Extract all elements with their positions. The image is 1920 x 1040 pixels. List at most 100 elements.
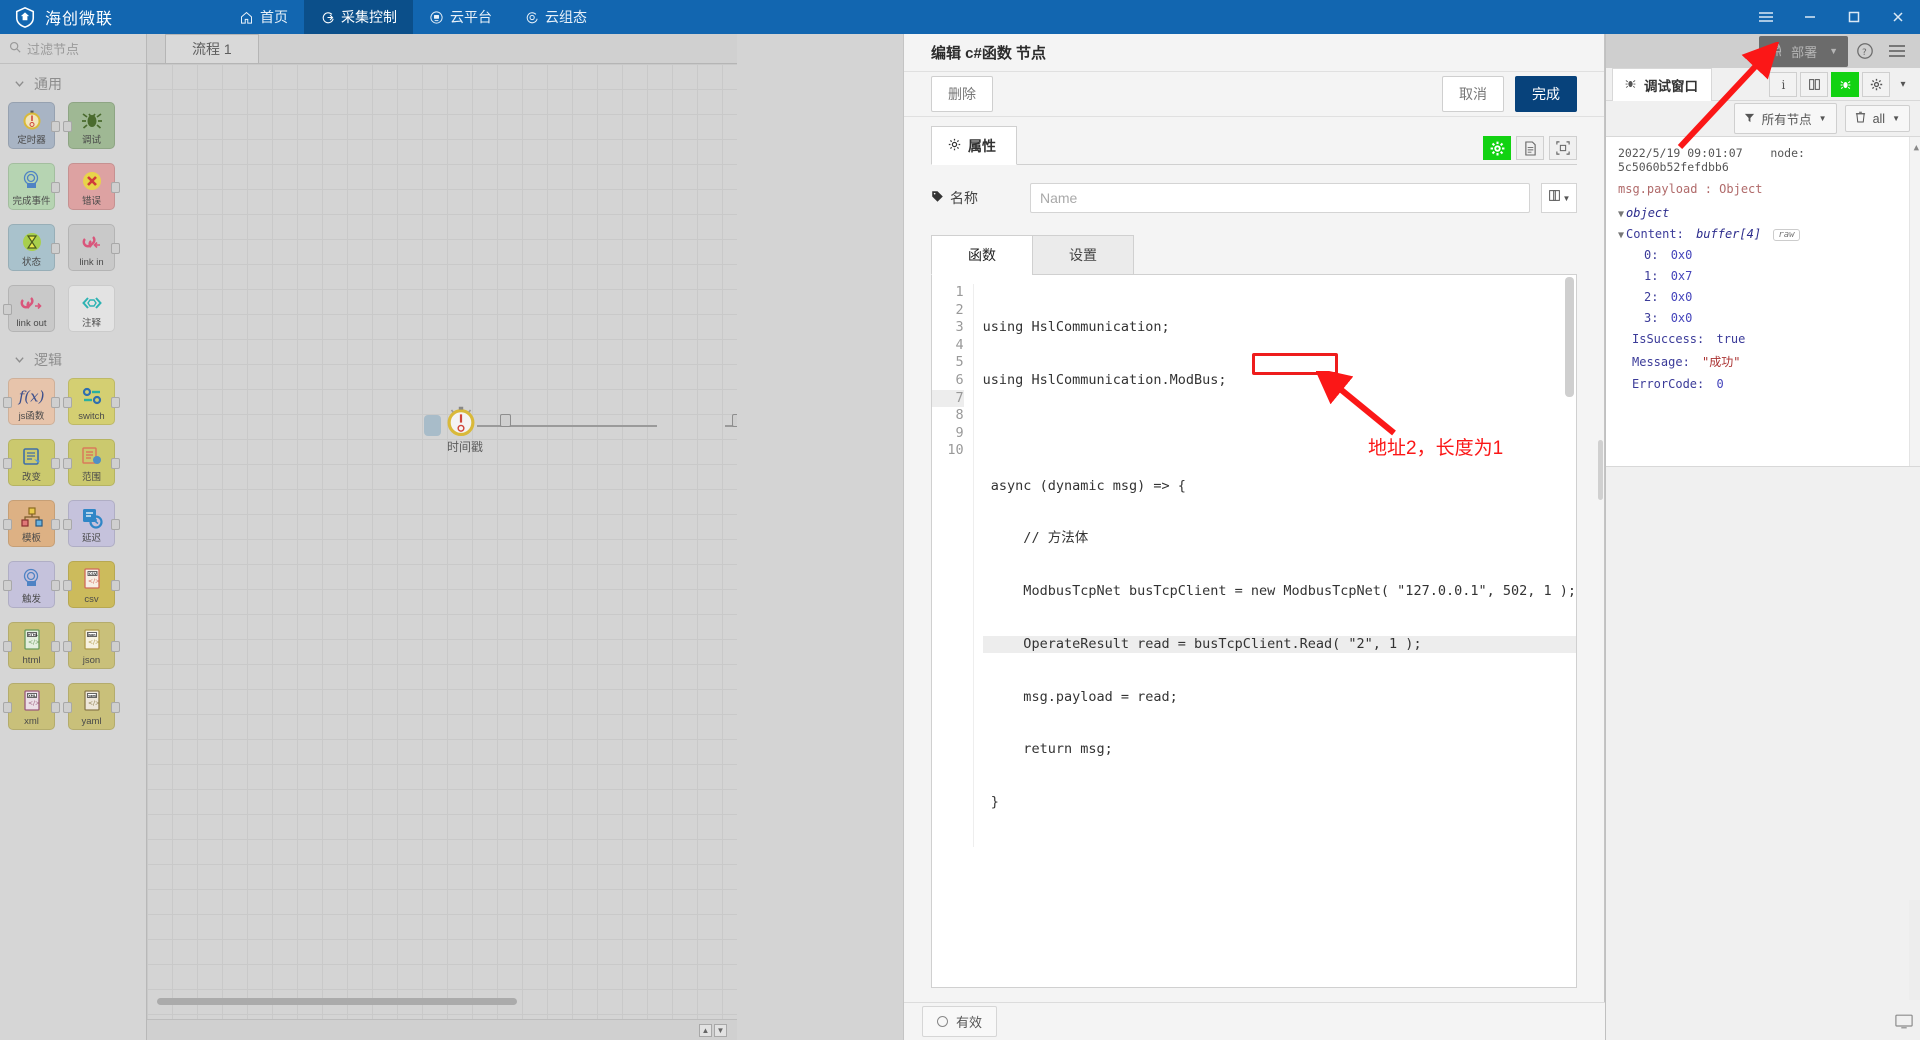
output-port[interactable] (111, 243, 120, 254)
input-port[interactable] (3, 519, 12, 530)
flow-node-timestamp[interactable]: 时间戳 (442, 402, 511, 454)
debug-output-list[interactable]: ▲ 2022/5/19 09:01:07 node: 5c5060b52fefd… (1606, 137, 1920, 467)
canvas-scroll-down-button[interactable]: ▼ (714, 1023, 727, 1037)
delete-button[interactable]: 删除 (931, 76, 993, 112)
palette-node-change[interactable]: 改变 (3, 439, 60, 486)
node-validity-status[interactable]: 有效 (922, 1006, 998, 1037)
input-port[interactable] (63, 397, 72, 408)
palette-node-link-out[interactable]: link out (3, 285, 55, 332)
screen-icon[interactable] (1895, 1014, 1913, 1034)
menu-icon[interactable] (1744, 0, 1788, 34)
filter-nodes-input[interactable]: 过滤节点 (0, 34, 146, 64)
palette-node-csv[interactable]: CSV </> csv (63, 561, 120, 608)
input-port[interactable] (63, 519, 72, 530)
output-port[interactable] (51, 243, 60, 254)
palette-node-comment[interactable]: 注释 (68, 285, 115, 332)
input-port[interactable] (63, 702, 72, 713)
output-port[interactable] (51, 580, 60, 591)
minimize-icon[interactable] (1788, 0, 1832, 34)
sidebar-edge-strip[interactable] (1909, 900, 1920, 1000)
scroll-up-icon[interactable]: ▲ (1914, 143, 1919, 153)
input-port[interactable] (3, 397, 12, 408)
cancel-button[interactable]: 取消 (1442, 76, 1504, 112)
palette-node-link-in[interactable]: link in (68, 224, 120, 271)
canvas-scroll-up-button[interactable]: ▲ (699, 1023, 712, 1037)
panel-resize-handle[interactable] (1598, 440, 1603, 500)
input-port[interactable] (3, 641, 12, 652)
input-port[interactable] (63, 641, 72, 652)
palette-node-template[interactable]: 模板 (3, 500, 60, 547)
palette-node-debug[interactable]: 调试 (63, 102, 115, 149)
bug-icon[interactable] (1831, 71, 1859, 97)
caret-down-icon[interactable]: ▾ (1893, 72, 1913, 97)
book-icon[interactable] (1800, 71, 1828, 97)
close-icon[interactable] (1876, 0, 1920, 34)
tab-settings[interactable]: 设置 (1032, 235, 1134, 275)
expand-icon[interactable] (1549, 136, 1577, 160)
nav-item-cloud-platform[interactable]: 云平台 (413, 0, 508, 34)
input-port[interactable] (63, 580, 72, 591)
nav-item-cloud-config[interactable]: 云组态 (508, 0, 603, 34)
palette-node-complete-event[interactable]: 完成事件 (8, 163, 60, 210)
output-port[interactable] (51, 182, 60, 193)
output-port[interactable] (51, 519, 60, 530)
palette-node-range[interactable]: 范围 (63, 439, 120, 486)
output-port[interactable] (51, 458, 60, 469)
palette-node-html[interactable]: HTML </> html (3, 622, 60, 669)
palette-group-general-header[interactable]: 通用 (0, 70, 146, 98)
output-port[interactable] (51, 702, 60, 713)
palette-node-json[interactable]: json </> json (63, 622, 120, 669)
output-port[interactable] (111, 641, 120, 652)
debug-tree-content[interactable]: ▼ Content: buffer[4] raw (1618, 227, 1908, 241)
palette-node-timer[interactable]: 定时器 (8, 102, 60, 149)
output-port[interactable] (111, 182, 120, 193)
palette-node-status[interactable]: 状态 (8, 224, 60, 271)
palette-group-logic-header[interactable]: 逻辑 (0, 346, 146, 374)
nav-item-acquisition[interactable]: 采集控制 (304, 0, 414, 34)
tab-function[interactable]: 函数 (931, 235, 1033, 275)
output-port[interactable] (111, 702, 120, 713)
output-port[interactable] (111, 519, 120, 530)
code-lines[interactable]: using HslCommunication; using HslCommuni… (974, 284, 1576, 847)
input-port[interactable] (63, 458, 72, 469)
done-button[interactable]: 完成 (1515, 76, 1577, 112)
palette-node-error[interactable]: 错误 (68, 163, 120, 210)
help-icon[interactable]: ? (1850, 36, 1880, 66)
raw-chip[interactable]: raw (1773, 228, 1800, 241)
deploy-caret-icon[interactable]: ▼ (1829, 46, 1838, 56)
output-port[interactable] (51, 397, 60, 408)
input-port[interactable] (3, 580, 12, 591)
canvas-horizontal-scrollbar[interactable] (157, 998, 517, 1005)
nav-item-home[interactable]: 首页 (223, 0, 304, 34)
input-port[interactable] (732, 414, 737, 427)
maximize-icon[interactable] (1832, 0, 1876, 34)
output-port[interactable] (111, 580, 120, 591)
name-input[interactable] (1030, 183, 1530, 213)
palette-node-switch[interactable]: switch (63, 378, 120, 425)
debug-scrollbar[interactable]: ▲ (1909, 137, 1920, 466)
clear-filter-select[interactable]: all ▼ (1844, 105, 1910, 132)
flow-tab-1[interactable]: 流程 1 (165, 34, 259, 63)
green-gear-icon[interactable] (1483, 136, 1511, 160)
book-button[interactable]: ▼ (1541, 183, 1577, 213)
output-port[interactable] (51, 121, 60, 132)
output-port[interactable] (51, 641, 60, 652)
palette-node-trigger[interactable]: 触发 (3, 561, 60, 608)
debug-node-id[interactable]: 5c5060b52fefdbb6 (1618, 160, 1729, 174)
palette-node-xml[interactable]: XML </> xml (3, 683, 60, 730)
code-editor[interactable]: 1 2 3 4 5 6 7 8 9 10 using HslCommunicat… (931, 274, 1577, 988)
palette-node-yaml[interactable]: yaml </> yaml (63, 683, 120, 730)
output-port[interactable] (111, 397, 120, 408)
input-port[interactable] (3, 702, 12, 713)
editor-scrollbar[interactable] (1565, 277, 1574, 397)
output-port[interactable] (111, 458, 120, 469)
palette-node-js-function[interactable]: f(x) js函数 (3, 378, 60, 425)
palette-node-delay[interactable]: 延迟 (63, 500, 120, 547)
input-port[interactable] (3, 304, 12, 315)
triangle-down-icon[interactable]: ▼ (1618, 209, 1624, 220)
tab-properties[interactable]: 属性 (931, 126, 1017, 165)
input-port[interactable] (3, 458, 12, 469)
flow-grid[interactable]: 时间戳 C# C#函数 (147, 64, 737, 1019)
triangle-down-icon[interactable]: ▼ (1618, 230, 1624, 241)
document-icon[interactable] (1516, 136, 1544, 160)
